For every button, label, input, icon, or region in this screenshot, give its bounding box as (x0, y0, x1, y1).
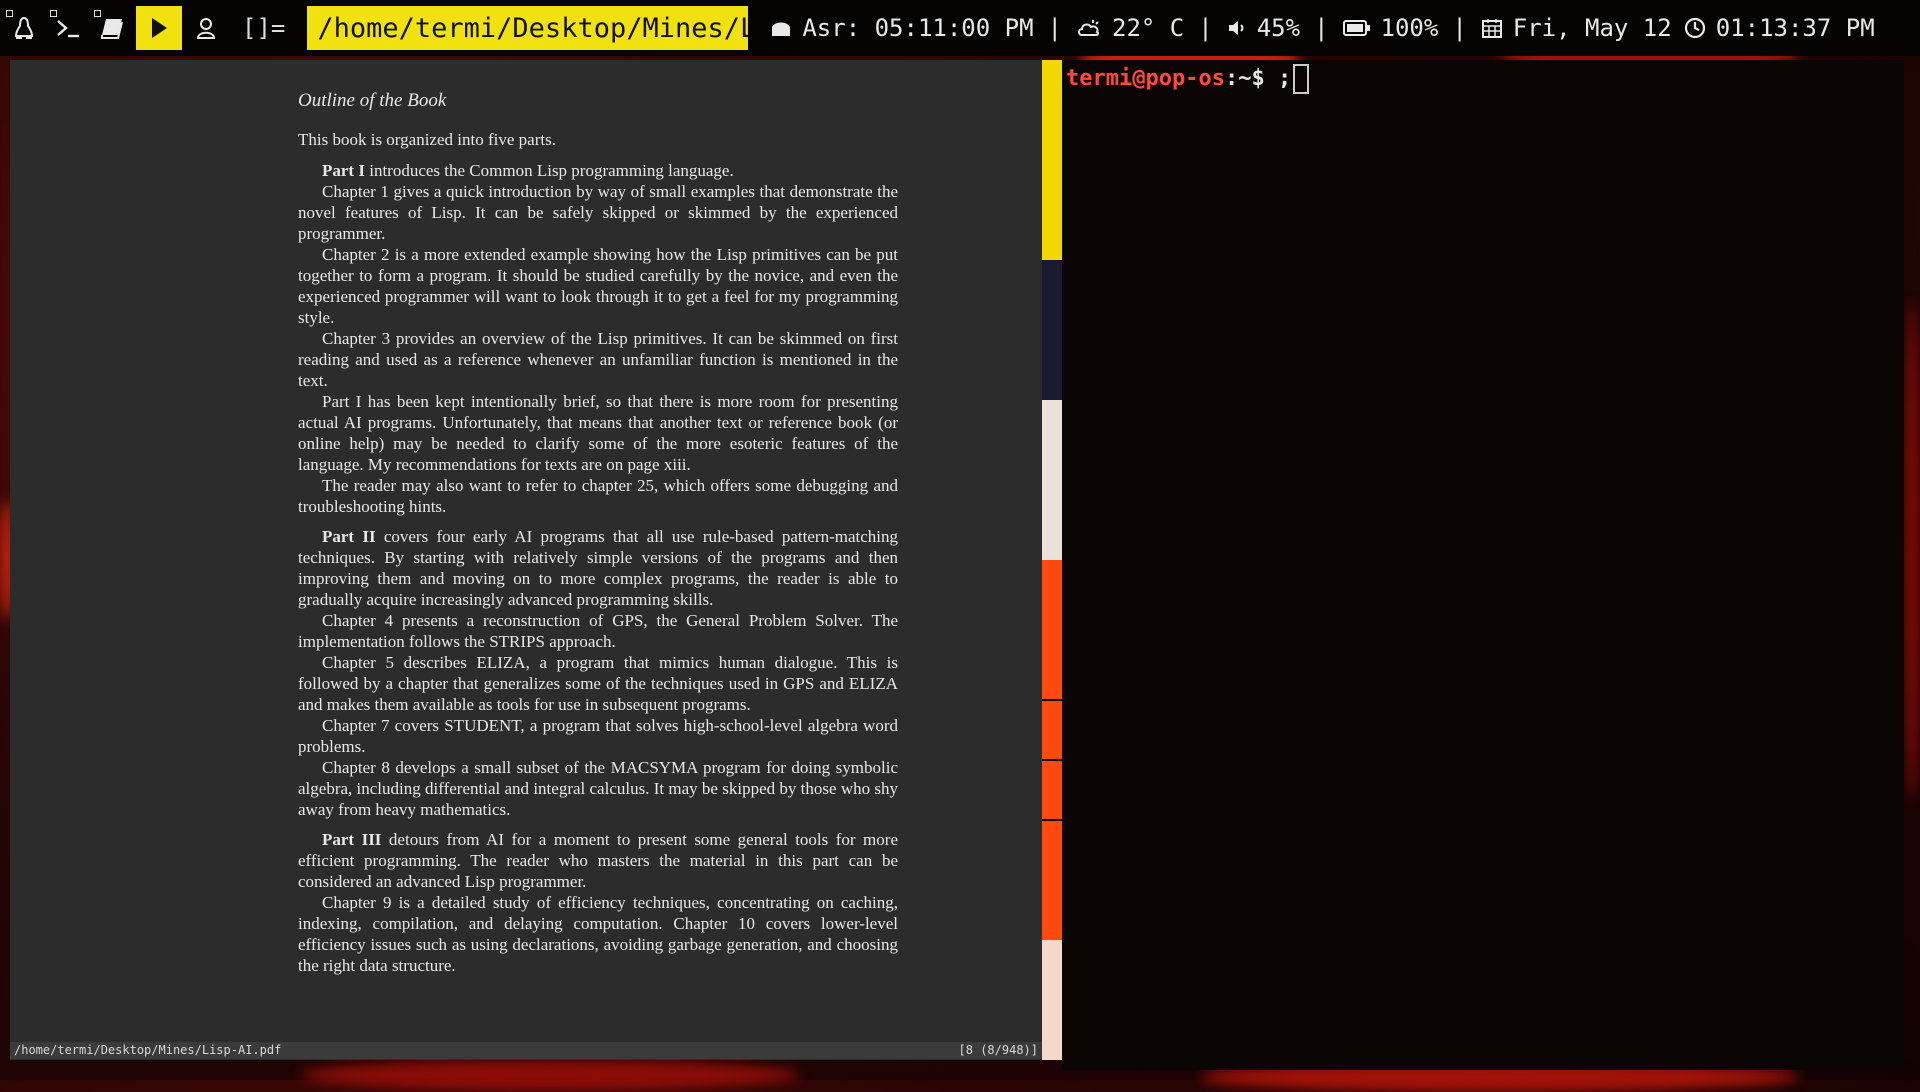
paragraph-text: Chapter 5 describes ELIZA, a program tha… (298, 653, 898, 714)
pdf-page: Outline of the Book This book is organiz… (298, 90, 898, 976)
paragraph: Chapter 4 presents a reconstruction of G… (298, 610, 898, 652)
wallpaper-splash (1904, 300, 1920, 800)
clock-icon (1684, 17, 1705, 39)
paragraph-text: Part I has been kept intentionally brief… (298, 392, 898, 474)
section-heading: Outline of the Book (298, 90, 447, 111)
paragraph-text: Chapter 7 covers STUDENT, a program that… (298, 716, 898, 756)
calendar-icon (1481, 19, 1502, 38)
battery-icon (1342, 20, 1370, 36)
clock: 01:13:37 PM (1684, 14, 1875, 42)
wallpaper-splash (300, 1060, 800, 1090)
paragraph-text: Chapter 1 gives a quick introduction by … (298, 182, 898, 243)
paragraph: Chapter 5 describes ELIZA, a program tha… (298, 652, 898, 715)
wallpaper-cartoon-strip (1042, 60, 1062, 1060)
part-label: Part I (322, 161, 365, 180)
paragraph: The reader may also want to refer to cha… (298, 475, 898, 517)
paragraph-text: detours from AI for a moment to present … (298, 830, 898, 891)
top-status-bar: []= /home/termi/Desktop/Mines/L... Asr: … (0, 0, 1920, 56)
workspace-3[interactable] (92, 6, 132, 50)
paragraph: Chapter 1 gives a quick introduction by … (298, 181, 898, 244)
battery: 100% (1342, 14, 1438, 42)
book-icon (101, 19, 123, 39)
paragraph: Chapter 7 covers STUDENT, a program that… (298, 715, 898, 757)
volume[interactable]: 45% (1227, 14, 1300, 42)
page-body: This book is organized into five parts. P… (298, 129, 898, 976)
paragraph: This book is organized into five parts. (298, 129, 898, 150)
status-blocks: Asr: 05:11:00 PM | 22° C | 45% | 100% | … (770, 14, 1875, 42)
paragraph: Part III detours from AI for a moment to… (298, 829, 898, 892)
paragraph-text: The reader may also want to refer to cha… (298, 476, 898, 516)
date: Fri, May 12 (1481, 14, 1672, 42)
paragraph: Part I has been kept intentionally brief… (298, 391, 898, 475)
cloud-sun-icon (1078, 20, 1100, 36)
part-label: Part II (322, 527, 376, 546)
speaker-icon (1228, 21, 1244, 35)
paragraph: Part II covers four early AI programs th… (298, 526, 898, 610)
paragraph: Chapter 9 is a detailed study of efficie… (298, 892, 898, 976)
terminal-window[interactable]: termi@pop-os:~$ ; (1062, 60, 1904, 1070)
terminal-prompt-line[interactable]: termi@pop-os:~$ ; (1066, 64, 1310, 94)
paragraph-text: Chapter 4 presents a reconstruction of G… (298, 611, 898, 651)
workspace-5[interactable] (186, 6, 226, 50)
paragraph: Chapter 8 develops a small subset of the… (298, 757, 898, 820)
pdf-viewer-window[interactable]: Outline of the Book This book is organiz… (10, 60, 1042, 1060)
text-cursor (1293, 64, 1310, 94)
terminal-input[interactable]: ; (1278, 66, 1291, 91)
user-icon (196, 18, 216, 39)
weather: 22° C (1076, 14, 1184, 42)
prayer-time: Asr: 05:11:00 PM (770, 14, 1034, 42)
prompt-cwd: :~ (1224, 66, 1252, 91)
window-title: /home/termi/Desktop/Mines/L... (307, 6, 749, 50)
paragraph-text: introduces the Common Lisp programming l… (364, 161, 734, 180)
viewer-status-line: /home/termi/Desktop/Mines/Lisp-AI.pdf [8… (10, 1042, 1042, 1059)
page-indicator: [8 (8/948)] (958, 1043, 1038, 1057)
play-icon (152, 18, 167, 38)
file-path: /home/termi/Desktop/Mines/Lisp-AI.pdf (14, 1043, 282, 1057)
prompt-user-host: termi@pop-os (1066, 66, 1225, 91)
paragraph-text: Chapter 9 is a detailed study of efficie… (298, 893, 898, 975)
prompt-symbol: $ (1251, 66, 1265, 91)
terminal-prompt-icon (57, 20, 79, 38)
linux-penguin-icon (14, 16, 34, 39)
paragraph-text: This book is organized into five parts. (298, 130, 556, 149)
part-label: Part III (322, 830, 382, 849)
workspace-1[interactable] (4, 6, 44, 50)
paragraph: Chapter 3 provides an overview of the Li… (298, 328, 898, 391)
paragraph-text: covers four early AI programs that all u… (298, 527, 898, 609)
paragraph-text: Chapter 2 is a more extended example sho… (298, 245, 898, 327)
paragraph-text: Chapter 8 develops a small subset of the… (298, 758, 898, 819)
paragraph: Chapter 2 is a more extended example sho… (298, 244, 898, 328)
workspace-4[interactable] (136, 6, 182, 50)
workspace-2[interactable] (48, 6, 88, 50)
mosque-icon (772, 22, 791, 36)
paragraph-text: Chapter 3 provides an overview of the Li… (298, 329, 898, 390)
layout-indicator[interactable]: []= (242, 14, 285, 42)
paragraph: Part I introduces the Common Lisp progra… (298, 160, 898, 181)
